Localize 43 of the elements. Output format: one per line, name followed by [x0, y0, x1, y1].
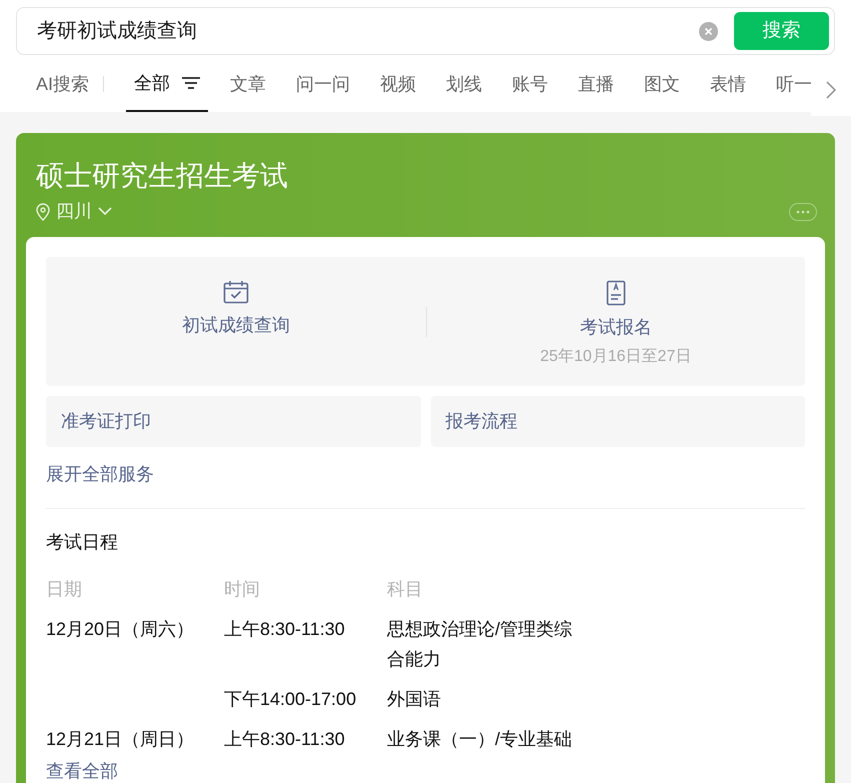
service-tile[interactable]: 考试报名 25年10月16日至27日: [426, 257, 805, 386]
subject-cell-text: 外国语: [387, 688, 442, 711]
service-link[interactable]: 报考流程: [430, 396, 805, 447]
tab[interactable]: 视频: [380, 56, 416, 112]
tab[interactable]: 划线: [446, 56, 482, 112]
location-pin-icon: [36, 202, 50, 220]
service-label: 考试报名: [580, 316, 652, 339]
expand-services-link[interactable]: 展开全部服务: [46, 461, 154, 488]
time-cell-text: 上午8:30-11:30: [224, 728, 346, 751]
column-header: 时间: [224, 578, 261, 601]
service-tile[interactable]: 初试成绩查询: [46, 257, 426, 386]
document-icon: [606, 280, 626, 306]
time-cell-text: 上午8:30-11:30: [224, 618, 346, 641]
service-label: 初试成绩查询: [182, 314, 290, 337]
chevron-right-icon[interactable]: [826, 81, 836, 99]
tab[interactable]: 文章: [230, 56, 266, 112]
tab[interactable]: 直播: [578, 56, 614, 112]
time-cell-text: 下午14:00-17:00: [224, 688, 358, 711]
more-icon[interactable]: [789, 202, 817, 220]
search-field[interactable]: 考研初试成绩查询 搜索: [16, 7, 835, 55]
column-header: 科目: [387, 578, 424, 601]
calendar-check-icon: [222, 280, 249, 304]
service-note: 25年10月16日至27日: [540, 347, 692, 367]
tab[interactable]: 听一: [776, 56, 812, 112]
date-cell-text: 12月20日（周六）: [46, 618, 196, 641]
column-header: 日期: [46, 578, 83, 601]
tab[interactable]: 表情: [710, 56, 746, 112]
clear-icon[interactable]: [699, 22, 718, 40]
tab[interactable]: 图文: [644, 56, 680, 112]
search-query: 考研初试成绩查询: [37, 19, 198, 44]
schedule-title: 考试日程: [46, 531, 119, 554]
chevron-down-icon: [98, 207, 112, 216]
tab[interactable]: 问一问: [296, 56, 350, 112]
filter-icon[interactable]: [182, 76, 200, 90]
view-all-link[interactable]: 查看全部: [46, 758, 118, 783]
service-link[interactable]: 准考证打印: [46, 396, 420, 447]
card-title: 硕士研究生招生考试: [36, 159, 289, 193]
subject-cell-text: 业务课（一）/专业基础: [387, 728, 574, 751]
tab[interactable]: 全部: [126, 56, 208, 112]
subject-cell-text: 思想政治理论/管理类综合能力: [387, 618, 574, 671]
tab[interactable]: AI搜索: [36, 56, 90, 112]
tab[interactable]: 账号: [512, 56, 548, 112]
date-cell-text: 12月21日（周日）: [46, 728, 196, 751]
